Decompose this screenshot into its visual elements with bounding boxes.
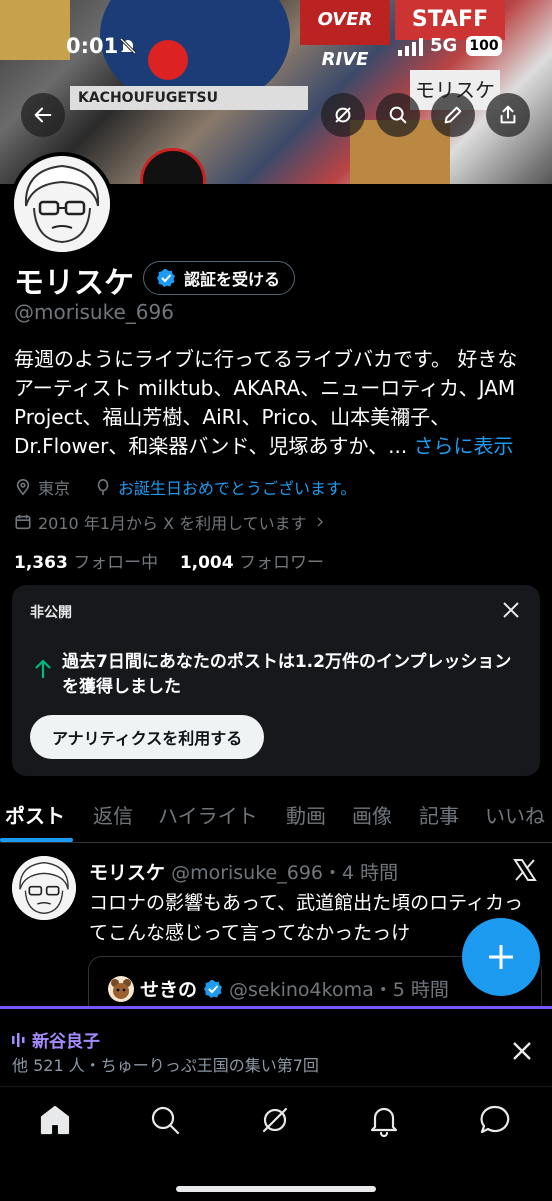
home-icon (40, 1105, 70, 1135)
nav-home[interactable] (38, 1103, 72, 1137)
tab-articles[interactable]: 記事 (419, 800, 459, 829)
search-icon (389, 106, 407, 124)
tab-highlights[interactable]: ハイライト (158, 800, 258, 829)
profile-name: モリスケ (14, 266, 134, 301)
close-icon[interactable] (510, 1039, 534, 1063)
compose-button[interactable] (462, 918, 540, 996)
edit-profile-button[interactable] (431, 93, 475, 137)
tweet-handle-time: @morisuke_696・4 時間 (171, 862, 399, 884)
mute-bell-icon (118, 36, 138, 60)
live-space-bar[interactable]: 新谷良子 他 521 人・ちゅーりっぷ王国の集い第7回 (0, 1006, 552, 1089)
search-icon (151, 1106, 180, 1135)
close-icon[interactable] (500, 599, 522, 621)
tab-images[interactable]: 画像 (352, 800, 392, 829)
following-count: 1,363 (14, 553, 68, 573)
nav-search[interactable] (148, 1103, 182, 1137)
bottom-navigation (0, 1086, 552, 1201)
chevron-right-icon (317, 517, 323, 527)
tab-replies[interactable]: 返信 (93, 800, 133, 829)
plus-icon (489, 945, 513, 969)
tab-active-indicator (0, 838, 73, 842)
search-button[interactable] (376, 93, 420, 137)
bio-line: アーティスト milktub、AKARA、ニューロティカ、JAM (14, 376, 516, 400)
profile-location: 東京 (14, 475, 70, 499)
bell-icon (370, 1107, 398, 1138)
show-more-link[interactable]: さらに表示 (414, 434, 514, 458)
profile-handle: @morisuke_696 (14, 300, 174, 324)
share-button[interactable] (486, 93, 530, 137)
avatar-drawing (12, 856, 76, 920)
followers-link[interactable]: 1,004 フォロワー (180, 553, 324, 573)
tweet-avatar[interactable] (12, 856, 76, 920)
status-time: 0:01 (66, 34, 119, 58)
grok-icon (335, 107, 351, 123)
following-link[interactable]: 1,363 フォロー中 (14, 553, 158, 573)
tab-videos[interactable]: 動画 (286, 800, 326, 829)
space-subtitle: 他 521 人・ちゅーりっぷ王国の集い第7回 (12, 1056, 319, 1075)
arrow-up-icon (35, 659, 51, 678)
profile-birthday[interactable]: お誕生日おめでとうございます。 (94, 475, 356, 499)
followers-count: 1,004 (179, 553, 234, 573)
bio-line: Project、福山芳樹、AiRI、Prico、山本美禰子、 (14, 405, 451, 429)
battery-indicator: 100 (466, 36, 502, 56)
profile-bio: 毎週のようにライブに行ってるライブバカです。 好きな アーティスト milktu… (14, 345, 544, 461)
quote-avatar-icon (108, 975, 134, 1002)
banner-sticker-text: STAFF (395, 0, 505, 40)
space-host-name: 新谷良子 (32, 1032, 100, 1052)
arrow-left-icon (34, 107, 52, 123)
joined-text: 2010 年1月から X を利用しています (38, 514, 307, 533)
use-analytics-button[interactable]: アナリティクスを利用する (30, 715, 265, 759)
private-label: 非公開 (30, 605, 72, 621)
bio-line: 毎週のようにライブに行ってるライブバカです。 好きな (14, 347, 518, 371)
banner-sticker (140, 148, 206, 184)
quote-author-name: せきの (140, 979, 198, 1001)
nav-notifications[interactable] (367, 1103, 401, 1138)
banner-sticker-text: KACHOUFUGETSU (70, 86, 308, 110)
avatar-drawing (14, 156, 110, 252)
followers-label: フォロワー (239, 553, 324, 573)
nav-messages[interactable] (478, 1103, 512, 1137)
profile-tabs: ポスト 返信 ハイライト 動画 画像 記事 いいね (0, 790, 552, 843)
banner-sticker (0, 0, 70, 60)
get-verified-label: 認証を受ける (184, 270, 281, 289)
bio-line: Dr.Flower、和楽器バンド、児塚あすか、... (14, 434, 408, 458)
impressions-text: 過去7日間にあなたのポストは1.2万件のインプレッションを獲得しました (62, 652, 512, 697)
follow-counts: 1,363 フォロー中 1,004 フォロワー (14, 548, 324, 573)
analytics-card: 非公開 過去7日間にあなたのポストは1.2万件のインプレッションを獲得しました … (12, 585, 540, 776)
tab-posts[interactable]: ポスト (5, 800, 65, 829)
nav-grok[interactable] (258, 1103, 292, 1137)
message-bubble-icon (480, 1105, 510, 1134)
banner-sticker (148, 40, 188, 80)
following-label: フォロー中 (73, 553, 159, 573)
profile-avatar[interactable] (10, 152, 114, 256)
audio-wave-icon (12, 1032, 25, 1047)
share-icon (500, 105, 516, 124)
grok-button[interactable] (321, 93, 365, 137)
pencil-icon (444, 106, 462, 124)
get-verified-button[interactable]: 認証を受ける (143, 261, 296, 295)
profile-joined: 2010 年1月から X を利用しています (14, 510, 327, 534)
tweet-header: モリスケ @morisuke_696・4 時間 (89, 858, 398, 885)
verified-badge-icon (204, 979, 223, 998)
home-indicator (176, 1186, 376, 1192)
balloon-icon (97, 478, 109, 496)
location-pin-icon (16, 479, 30, 496)
network-label: 5G (430, 35, 458, 56)
tab-likes[interactable]: いいね (485, 800, 545, 829)
space-title: 新谷良子 (12, 1027, 100, 1052)
calendar-icon (15, 514, 31, 530)
quote-handle-time: @sekino4koma・5 時間 (229, 979, 449, 1001)
birthday-text: お誕生日おめでとうございます。 (118, 479, 357, 498)
quoted-tweet-header: せきの @sekino4koma・5 時間 (108, 975, 449, 1002)
x-logo-icon (513, 859, 537, 881)
verified-badge-icon (157, 269, 175, 287)
signal-icon (398, 38, 424, 60)
tweet-author-name[interactable]: モリスケ (89, 862, 165, 884)
banner-sticker-text: OVER RIVE (300, 0, 390, 70)
back-button[interactable] (21, 93, 65, 137)
location-text: 東京 (38, 479, 71, 498)
grok-icon (262, 1107, 288, 1133)
